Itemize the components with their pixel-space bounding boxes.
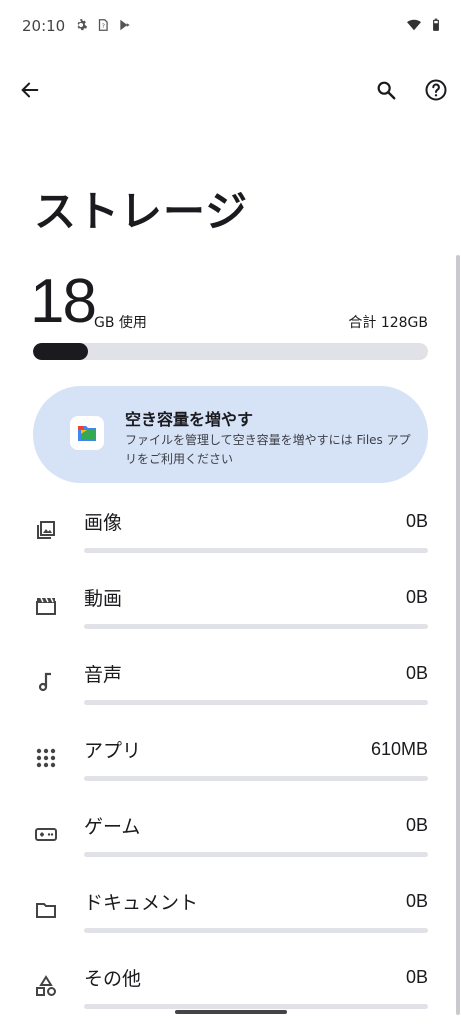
category-row-audio[interactable]: 音声 0B bbox=[0, 652, 461, 728]
apps-grid-icon bbox=[36, 748, 56, 768]
category-row-apps[interactable]: アプリ 610MB bbox=[0, 728, 461, 804]
page-title: ストレージ bbox=[34, 187, 249, 236]
status-system-icons bbox=[407, 18, 443, 32]
help-icon bbox=[425, 79, 447, 101]
status-notification-icons: ? bbox=[74, 18, 132, 32]
free-up-space-card[interactable]: 空き容量を増やす ファイルを管理して空き容量を増やすには Files アプリをご… bbox=[33, 386, 428, 483]
category-row-games[interactable]: ゲーム 0B bbox=[0, 804, 461, 880]
storage-usage-fill bbox=[33, 343, 89, 360]
category-value: 0B bbox=[405, 511, 428, 531]
wifi-icon bbox=[407, 19, 421, 31]
category-usage-bar bbox=[84, 1004, 428, 1009]
category-usage-bar bbox=[84, 928, 428, 933]
promo-description: ファイルを管理して空き容量を増やすには Files アプリをご利用ください bbox=[125, 433, 411, 466]
gamepad-icon bbox=[35, 828, 57, 841]
app-bar bbox=[0, 68, 461, 112]
category-value: 0B bbox=[405, 891, 428, 911]
movie-icon bbox=[36, 597, 56, 615]
category-value: 0B bbox=[405, 967, 428, 987]
category-row-documents[interactable]: ドキュメント 0B bbox=[0, 880, 461, 956]
category-usage-bar bbox=[84, 776, 428, 781]
folder-icon bbox=[36, 903, 56, 918]
arrow-back-icon bbox=[21, 82, 39, 98]
category-value: 0B bbox=[405, 663, 428, 683]
category-value: 0B bbox=[405, 815, 428, 835]
promo-title: 空き容量を増やす bbox=[125, 410, 254, 429]
category-usage-bar bbox=[84, 852, 428, 857]
search-icon bbox=[377, 81, 396, 100]
total-storage: 合計 128GB bbox=[348, 315, 428, 331]
image-icon bbox=[37, 521, 55, 539]
category-row-videos[interactable]: 動画 0B bbox=[0, 576, 461, 652]
category-label: 音声 bbox=[84, 664, 123, 686]
scrollbar[interactable] bbox=[456, 255, 460, 1015]
battery-icon bbox=[433, 18, 439, 31]
category-label: ドキュメント bbox=[84, 892, 199, 914]
music-note-icon bbox=[38, 672, 51, 692]
play-store-icon bbox=[120, 19, 130, 31]
category-label: 画像 bbox=[84, 512, 123, 534]
status-time: 20:10 bbox=[22, 17, 66, 35]
category-row-other[interactable]: その他 0B bbox=[0, 956, 461, 1032]
sim-alert-icon: ? bbox=[98, 19, 108, 31]
category-label: その他 bbox=[84, 968, 142, 990]
help-button[interactable] bbox=[416, 70, 456, 110]
category-usage-bar bbox=[84, 700, 428, 705]
category-row-images[interactable]: 画像 0B bbox=[0, 500, 461, 576]
category-label: アプリ bbox=[84, 740, 142, 762]
status-bar: 20:10 ? bbox=[0, 0, 461, 54]
used-storage-unit: GB 使用 bbox=[94, 315, 147, 331]
settings-icon bbox=[77, 19, 88, 31]
storage-usage-bar bbox=[33, 343, 428, 360]
shapes-icon bbox=[36, 975, 56, 996]
category-label: 動画 bbox=[84, 588, 123, 610]
category-label: ゲーム bbox=[84, 816, 141, 838]
search-button[interactable] bbox=[366, 70, 406, 110]
category-value: 610MB bbox=[370, 739, 428, 759]
category-usage-bar bbox=[84, 548, 428, 553]
category-value: 0B bbox=[405, 587, 428, 607]
category-usage-bar bbox=[84, 624, 428, 629]
files-app-icon bbox=[70, 416, 104, 450]
svg-text:?: ? bbox=[102, 22, 105, 30]
used-storage-value: 18 bbox=[30, 267, 97, 336]
back-button[interactable] bbox=[10, 70, 50, 110]
gesture-nav-handle[interactable] bbox=[175, 1010, 287, 1014]
